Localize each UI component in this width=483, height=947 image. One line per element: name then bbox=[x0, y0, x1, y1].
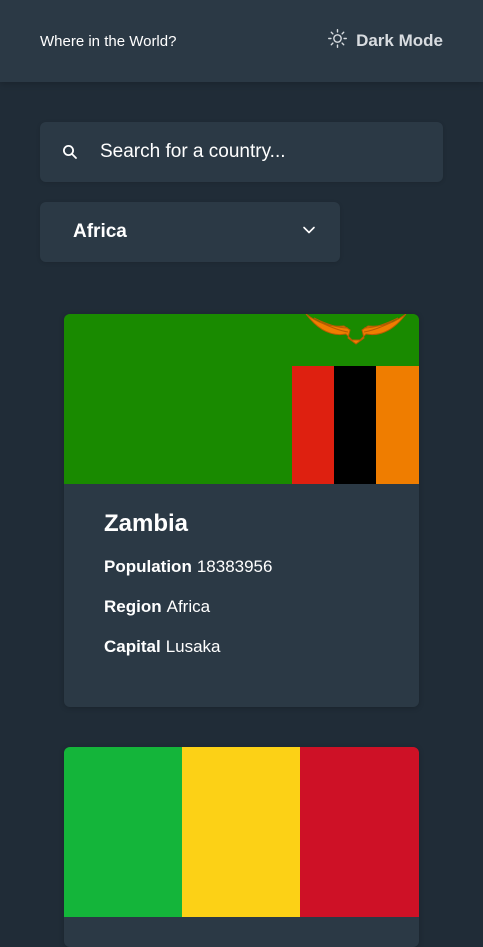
zambia-flag bbox=[64, 314, 419, 484]
country-card[interactable] bbox=[64, 747, 419, 947]
card-body: Zambia Population 18383956 Region Africa C… bbox=[64, 484, 419, 657]
capital-value: Lusaka bbox=[165, 637, 221, 656]
population-label: Population bbox=[104, 557, 192, 576]
dark-mode-toggle[interactable]: Dark Mode bbox=[327, 28, 443, 54]
flag-stripe-black bbox=[334, 366, 376, 484]
dark-mode-label: Dark Mode bbox=[356, 31, 443, 50]
search-input[interactable] bbox=[100, 122, 430, 182]
flag-stripe-red bbox=[292, 366, 334, 484]
app-title: Where in the World? bbox=[40, 32, 177, 50]
search-bar bbox=[40, 122, 443, 182]
flag-stripe-green bbox=[64, 747, 182, 917]
chevron-down-icon bbox=[302, 223, 316, 242]
capital-stat: Capital Lusaka bbox=[104, 637, 379, 657]
region-label: Region bbox=[104, 597, 162, 616]
region-value: Africa bbox=[166, 597, 211, 616]
flag-stripe-yellow bbox=[182, 747, 300, 917]
population-value: 18383956 bbox=[196, 557, 273, 576]
flag-stripe-red bbox=[300, 747, 419, 917]
mali-flag bbox=[64, 747, 419, 917]
app-header: Where in the World? Dark Mode bbox=[0, 0, 483, 82]
region-filter-value: Africa bbox=[73, 221, 127, 242]
search-icon bbox=[62, 144, 78, 160]
country-card[interactable]: Zambia Population 18383956 Region Africa C… bbox=[64, 314, 419, 707]
country-name: Zambia bbox=[104, 510, 189, 537]
eagle-emblem-icon bbox=[305, 314, 407, 345]
region-stat: Region Africa bbox=[104, 597, 379, 617]
sun-icon bbox=[327, 28, 348, 54]
population-stat: Population 18383956 bbox=[104, 557, 379, 577]
region-filter-dropdown[interactable]: Africa bbox=[40, 202, 340, 262]
capital-label: Capital bbox=[104, 637, 161, 656]
flag-stripe-orange bbox=[376, 366, 419, 484]
